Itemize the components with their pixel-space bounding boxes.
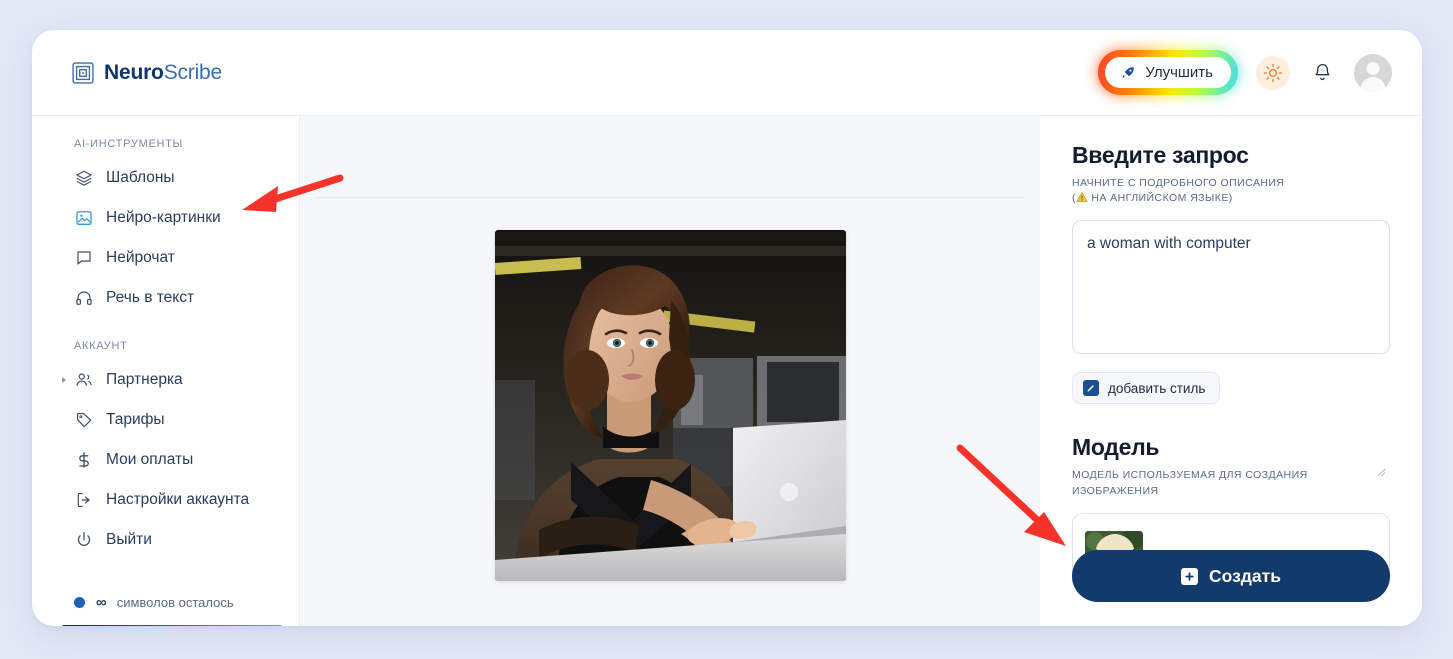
sun-icon (1263, 63, 1283, 82)
layers-icon (74, 169, 93, 188)
sidebar-item-templates[interactable]: Шаблоны (32, 162, 299, 194)
brand-logo[interactable]: NeuroScribe (72, 61, 222, 85)
textarea-resize-handle[interactable] (1377, 468, 1386, 477)
sidebar-item-label: Шаблоны (106, 169, 175, 186)
pencil-icon (1083, 380, 1099, 397)
model-section-subtitle: МОДЕЛЬ ИСПОЛЬЗУЕМАЯ ДЛЯ СОЗДАНИЯ ИЗОБРАЖ… (1072, 469, 1308, 497)
sidebar-item-label: Нейрочат (106, 249, 175, 266)
power-icon (74, 531, 93, 550)
headphones-icon (74, 289, 93, 308)
create-button-label: Создать (1209, 565, 1281, 586)
sidebar-item-speech-to-text[interactable]: Речь в текст (32, 282, 299, 314)
sidebar-item-my-payments[interactable]: Мои оплаты (32, 444, 299, 476)
quota-dot-icon (74, 597, 85, 608)
quota-status: ∞ символов осталось (74, 594, 271, 611)
chevron-right-icon (62, 377, 66, 383)
prompt-panel-title: Введите запрос (1072, 142, 1249, 168)
quota-section: ∞ символов осталось (32, 594, 299, 626)
sidebar-item-label: Партнерка (106, 371, 183, 388)
app-header: NeuroScribe Улучшить (32, 30, 1422, 116)
upgrade-button-label: Улучшить (1145, 64, 1213, 81)
brand-name-light: Scribe (163, 60, 223, 84)
prompt-subtitle-line1: НАЧНИТЕ С ПОДРОБНОГО ОПИСАНИЯ (1072, 177, 1285, 189)
dollar-icon (74, 451, 93, 470)
sidebar-item-label: Выйти (106, 531, 152, 548)
sidebar-item-label: Тарифы (106, 411, 165, 428)
add-style-button[interactable]: добавить стиль (1072, 372, 1221, 405)
prompt-panel-subtitle: НАЧНИТЕ С ПОДРОБНОГО ОПИСАНИЯ ( НА АНГЛИ… (1072, 176, 1390, 206)
upgrade-button-wrapper: Улучшить (1098, 50, 1238, 95)
sidebar-item-label: Настройки аккаунта (106, 491, 250, 508)
sidebar-item-neuro-images[interactable]: Нейро-картинки (32, 202, 299, 234)
app-body: AI-ИНСТРУМЕНТЫ Шаблоны Нейро-картинки Не… (32, 116, 1422, 626)
users-icon (74, 371, 93, 390)
rocket-icon (1123, 66, 1135, 78)
theme-toggle-button[interactable] (1256, 55, 1290, 90)
plus-square-icon (1181, 567, 1199, 585)
tag-icon (74, 411, 93, 430)
main-canvas (300, 116, 1040, 626)
sidebar-group-title-tools: AI-ИНСТРУМЕНТЫ (74, 138, 183, 150)
sidebar-group-title-account: АККАУНТ (74, 340, 128, 352)
notifications-button[interactable] (1308, 59, 1336, 87)
generated-image[interactable] (495, 230, 846, 581)
sidebar-item-label: Нейро-картинки (106, 209, 221, 226)
avatar[interactable] (1354, 53, 1392, 92)
prompt-panel: Введите запрос НАЧНИТЕ С ПОДРОБНОГО ОПИС… (1040, 116, 1422, 626)
app-window: NeuroScribe Улучшить AI-ИНСТРУМЕНТЫ Шабл… (32, 30, 1422, 626)
chat-bubble-icon (74, 249, 93, 268)
brand-name-bold: Neuro (104, 60, 164, 84)
sidebar-item-account-settings[interactable]: Настройки аккаунта (32, 484, 299, 516)
image-icon (74, 209, 93, 228)
model-section-title: Модель (1072, 434, 1160, 461)
prompt-subtitle-line2: НА АНГЛИЙСКОМ ЯЗЫКЕ) (1091, 192, 1233, 205)
warning-triangle-icon (1076, 192, 1088, 203)
sidebar: AI-ИНСТРУМЕНТЫ Шаблоны Нейро-картинки Не… (32, 116, 300, 626)
sidebar-item-logout[interactable]: Выйти (32, 524, 299, 556)
create-button[interactable]: Создать (1072, 550, 1390, 602)
add-style-label: добавить стиль (1108, 380, 1206, 396)
header-actions: Улучшить (1098, 50, 1392, 95)
bell-icon (1315, 63, 1329, 81)
sidebar-item-neurochat[interactable]: Нейрочат (32, 242, 299, 274)
sidebar-item-partnership[interactable]: Партнерка (32, 364, 299, 396)
nested-squares-logo-icon (72, 61, 94, 84)
upgrade-button[interactable]: Улучшить (1105, 57, 1231, 88)
canvas-divider (316, 197, 1024, 198)
brand-name: NeuroScribe (104, 61, 222, 85)
sidebar-item-label: Мои оплаты (106, 451, 194, 468)
account-settings-icon (74, 491, 93, 510)
quota-label: символов осталось (116, 595, 234, 610)
quota-progress-bar (60, 625, 284, 626)
prompt-input[interactable] (1072, 220, 1390, 355)
sidebar-item-label: Речь в текст (106, 289, 195, 306)
quota-symbol: ∞ (96, 594, 107, 611)
sidebar-item-tariffs[interactable]: Тарифы (32, 404, 299, 436)
generated-image-art (495, 230, 846, 581)
